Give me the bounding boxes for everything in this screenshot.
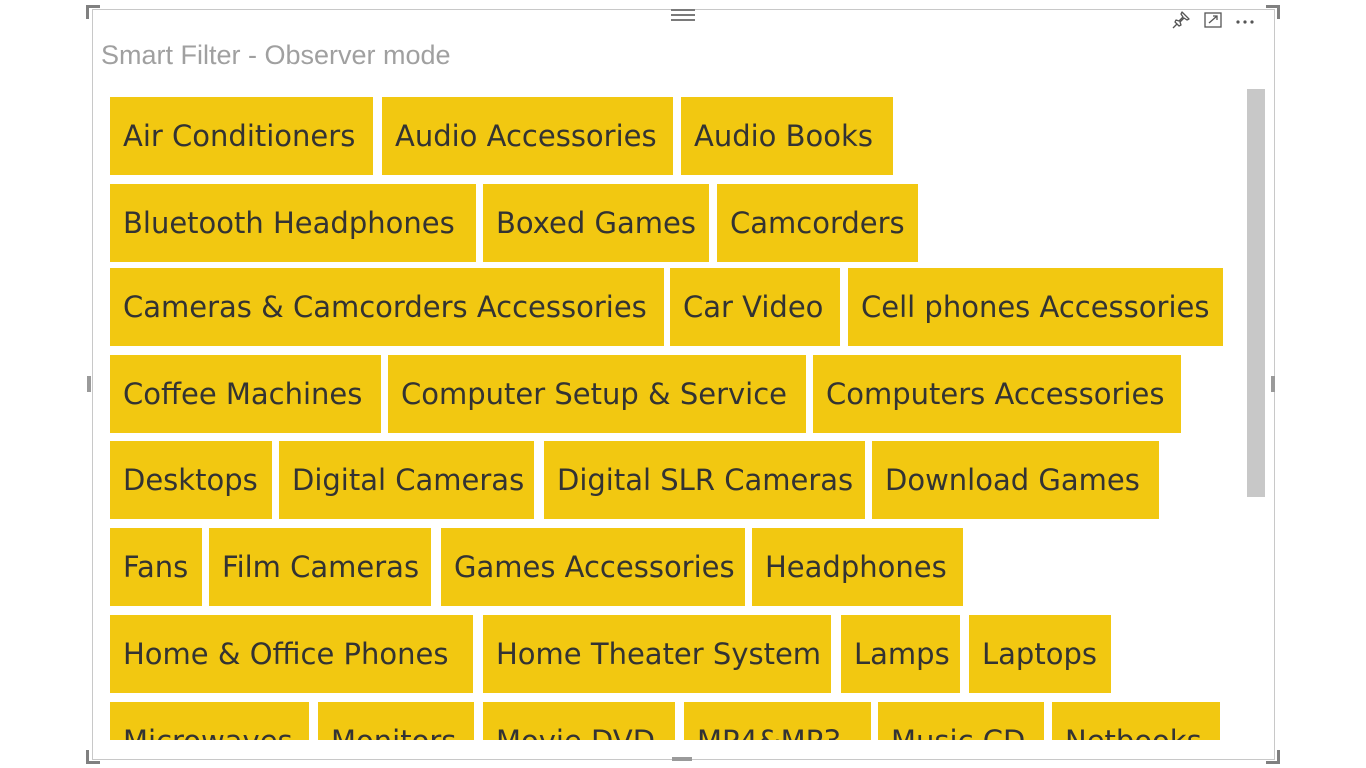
pin-icon[interactable] [1170, 9, 1192, 31]
visual-header-icons [1170, 8, 1256, 32]
resize-handle-top-left[interactable] [86, 5, 100, 19]
tag-item[interactable]: Bluetooth Headphones [110, 184, 476, 262]
resize-handle-left[interactable] [87, 376, 91, 392]
tag-item[interactable]: Download Games [872, 441, 1159, 519]
tag-item[interactable]: Movie DVD [483, 702, 675, 740]
visual-title: Smart Filter - Observer mode [101, 40, 451, 70]
tag-item[interactable]: Lamps [841, 615, 960, 693]
tag-item[interactable]: Laptops [969, 615, 1111, 693]
tag-item[interactable]: Home Theater System [483, 615, 831, 693]
resize-handle-bottom-right[interactable] [1266, 750, 1280, 764]
tag-item[interactable]: Cameras & Camcorders Accessories [110, 268, 664, 346]
resize-handle-top-right[interactable] [1266, 5, 1280, 19]
tag-item[interactable]: Digital SLR Cameras [544, 441, 865, 519]
tag-item[interactable]: Camcorders [717, 184, 918, 262]
tag-item[interactable]: Computers Accessories [813, 355, 1181, 433]
tag-item[interactable]: Music CD [878, 702, 1044, 740]
resize-handle-right[interactable] [1271, 376, 1275, 392]
tag-item[interactable]: Home & Office Phones [110, 615, 473, 693]
tag-item[interactable]: Netbooks [1052, 702, 1220, 740]
tag-item[interactable]: MP4&MP3 [684, 702, 871, 740]
resize-handle-bottom[interactable] [672, 757, 692, 761]
tag-item[interactable]: Fans [110, 528, 202, 606]
focus-mode-icon[interactable] [1202, 9, 1224, 31]
more-options-icon[interactable] [1234, 9, 1256, 31]
drag-grip-icon[interactable] [671, 9, 695, 23]
tag-item[interactable]: Digital Cameras [279, 441, 534, 519]
tag-item[interactable]: Boxed Games [483, 184, 709, 262]
tag-item[interactable]: Car Video [670, 268, 840, 346]
tag-item[interactable]: Monitors [318, 702, 474, 740]
tag-item[interactable]: Film Cameras [209, 528, 431, 606]
tag-item[interactable]: Audio Books [681, 97, 893, 175]
tag-item[interactable]: Desktops [110, 441, 272, 519]
resize-handle-bottom-left[interactable] [86, 750, 100, 764]
tag-cloud: Air Conditioners Audio Accessories Audio… [110, 97, 1240, 740]
tag-item[interactable]: Microwaves [110, 702, 309, 740]
tag-item[interactable]: Air Conditioners [110, 97, 373, 175]
tag-item[interactable]: Audio Accessories [382, 97, 673, 175]
tag-item[interactable]: Computer Setup & Service [388, 355, 806, 433]
tag-item[interactable]: Headphones [752, 528, 963, 606]
scrollbar-thumb[interactable] [1247, 89, 1265, 497]
tag-item[interactable]: Games Accessories [441, 528, 745, 606]
tag-item[interactable]: Coffee Machines [110, 355, 381, 433]
tag-item[interactable]: Cell phones Accessories [848, 268, 1223, 346]
